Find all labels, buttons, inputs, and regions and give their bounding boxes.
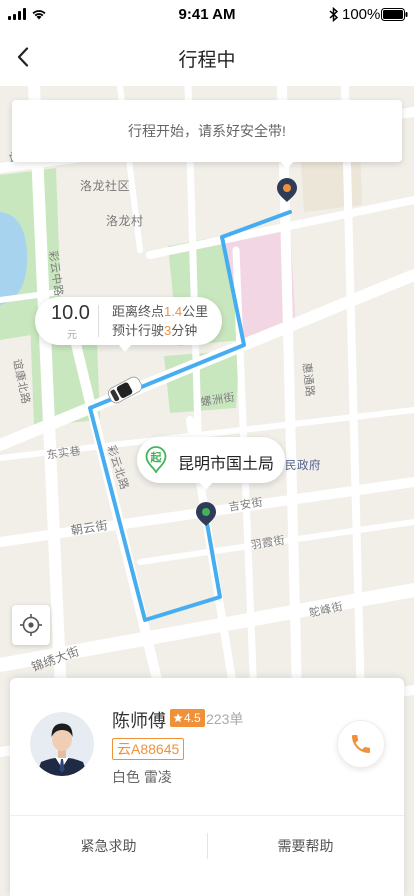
call-driver-button[interactable] bbox=[337, 720, 385, 768]
locate-me-button[interactable] bbox=[12, 605, 50, 645]
map-label-poi: 民政府 bbox=[285, 460, 321, 472]
eta-unit: 分钟 bbox=[171, 323, 198, 338]
bubble-pointer bbox=[118, 344, 132, 352]
map-label: 洛龙村 bbox=[106, 214, 144, 228]
fare-unit: 元 bbox=[67, 330, 77, 341]
trip-start-banner: 行程开始，请系好安全带! bbox=[12, 100, 402, 169]
driver-card: 陈师傅 4.5 223单 云A88645 白色 雷凌 紧急求助 需要帮助 bbox=[10, 678, 404, 896]
distance-unit: 公里 bbox=[182, 304, 209, 319]
header: 9:41 AM 100% 行程中 bbox=[0, 0, 414, 86]
distance-prefix: 距离终点 bbox=[112, 304, 165, 319]
emergency-help-button[interactable]: 紧急求助 bbox=[10, 816, 207, 876]
driver-avatar bbox=[30, 712, 94, 776]
banner-pointer bbox=[280, 161, 294, 169]
eta-prefix: 预计行驶 bbox=[112, 323, 165, 338]
rating-value: 4.5 bbox=[184, 711, 201, 725]
banner-text: 行程开始，请系好安全带! bbox=[128, 123, 286, 139]
trip-info-bubble: 10.0 元 距离终点1.4公里 预计行驶3分钟 bbox=[35, 297, 222, 352]
distance-line: 距离终点1.4公里 bbox=[112, 302, 208, 321]
need-help-button[interactable]: 需要帮助 bbox=[207, 816, 404, 876]
distance-value: 1.4 bbox=[164, 304, 183, 319]
rating-badge: 4.5 bbox=[170, 709, 205, 727]
battery-icon bbox=[381, 8, 408, 21]
start-badge-icon: 起 bbox=[145, 446, 167, 473]
bubble-divider bbox=[98, 305, 99, 337]
vehicle-description: 白色 雷凌 bbox=[112, 769, 172, 785]
order-count: 223单 bbox=[206, 711, 244, 727]
crosshair-icon bbox=[20, 614, 42, 636]
phone-icon bbox=[352, 735, 370, 753]
map-label: 洛龙社区 bbox=[80, 179, 131, 193]
start-badge-text: 起 bbox=[150, 452, 162, 464]
fare-value: 10.0 bbox=[51, 302, 90, 324]
battery-percentage: 100% bbox=[342, 6, 381, 23]
start-point-bubble[interactable]: 起 昆明市国土局 bbox=[137, 437, 285, 490]
start-point-name: 昆明市国土局 bbox=[178, 456, 275, 473]
license-plate: 云A88645 bbox=[112, 738, 185, 760]
page-title: 行程中 bbox=[178, 50, 236, 71]
driver-name: 陈师傅 bbox=[112, 711, 166, 731]
start-bubble-pointer bbox=[199, 482, 213, 490]
eta-line: 预计行驶3分钟 bbox=[112, 321, 197, 340]
star-icon bbox=[173, 713, 183, 723]
bluetooth-icon bbox=[329, 7, 339, 22]
